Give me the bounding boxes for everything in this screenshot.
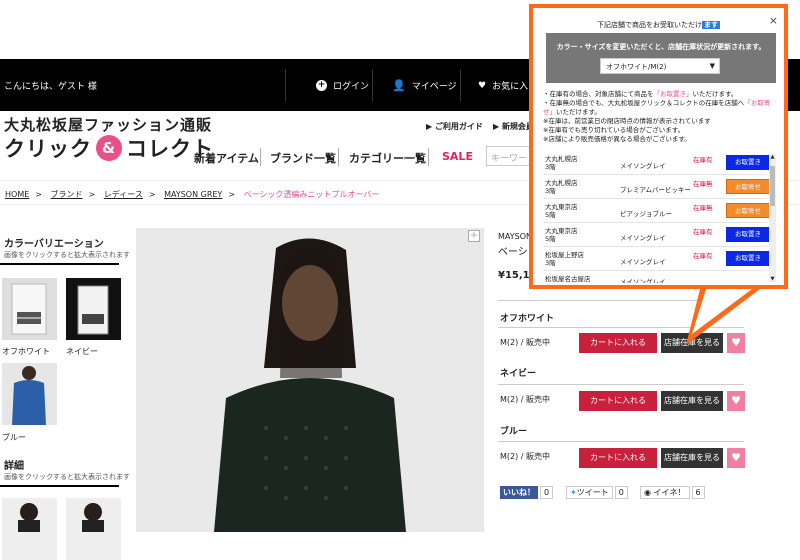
scroll-down-icon[interactable]: ▼ [769,276,776,282]
store-name: 大丸東京店 5階 [545,203,578,219]
stock-status: 在庫有 [693,228,713,236]
note-info: ※在庫は、前営業日の閉店時点の情報が表示されています [543,117,711,125]
store-row: 大丸東京店 5階 メイソングレイ 在庫有 お取置き [543,224,770,247]
store-brand: プレミアムバービッキー [620,186,692,194]
store-stock-popup: × 下記店舗で商品をお受取いただけ ます カラー・サイズを変更いただくと、店舗在庫… [529,4,788,289]
scrollbar-thumb[interactable] [770,166,775,206]
reserve-button[interactable]: お取置き [726,155,770,170]
popup-title: 下記店舗で商品をお受取いただけ ます [597,21,720,29]
store-brand: ピアッジョブルー [620,210,672,218]
store-brand: メイソングレイ [620,258,666,266]
reserve-button[interactable]: お取置き [726,227,770,242]
note-reserve: ・在庫有の場合、対象店舗にて商品を「お取置き」いただけます。 [543,90,738,98]
stock-status: 在庫有 [693,156,713,164]
store-brand: メイソングレイ [620,234,666,242]
store-row: 大丸東京店 5階 ピアッジョブルー 在庫無 お取寄せ [543,200,770,223]
store-name: 大丸東京店 5階 [545,227,578,243]
note-order: ・在庫無の場合でも、大丸松坂屋クリック＆コレクトの在庫を店舗へ「お取寄せ」いただ… [543,99,771,116]
scroll-up-icon[interactable]: ▲ [769,154,776,160]
store-brand: メイソングレイ [620,278,666,283]
popup-notice: カラー・サイズを変更いただくと、店舗在庫状況が更新されます。 [556,43,766,51]
store-row: 大丸札幌店 3階 メイソングレイ 在庫有 お取置き [543,152,770,175]
stock-status: 在庫無 [693,180,713,188]
store-name: 松坂屋名古屋店 [545,275,591,283]
order-button[interactable]: お取寄せ [726,203,770,218]
note-price: ※店舗により販売価格が異なる場合がございます。 [543,135,691,143]
order-button[interactable]: お取寄せ [726,179,770,194]
store-name: 松坂屋上野店 3階 [545,251,584,267]
reserve-button[interactable]: お取置き [726,251,770,266]
note-soldout: ※在庫有でも売り切れている場合がございます。 [543,126,685,134]
store-row: 大丸札幌店 3階 プレミアムバービッキー 在庫無 お取寄せ [543,176,770,199]
store-list-scrollbar[interactable]: ▲ ▼ [769,154,776,282]
store-name: 大丸札幌店 3階 [545,179,578,195]
store-row: 松坂屋名古屋店 メイソングレイ [543,272,767,283]
popup-option-panel: カラー・サイズを変更いただくと、店舗在庫状況が更新されます。 オフホワイト/M(… [546,33,776,83]
stock-status: 在庫無 [693,204,713,212]
store-brand: メイソングレイ [620,162,666,170]
store-list: 大丸札幌店 3階 メイソングレイ 在庫有 お取置き 大丸札幌店 3階 プレミアムバー… [543,152,777,283]
stock-status: 在庫有 [693,252,713,260]
dropdown-arrow-icon: ▼ [709,62,715,70]
store-row: 松坂屋上野店 3階 メイソングレイ 在庫有 お取置き [543,248,770,271]
color-size-select[interactable]: オフホワイト/M(2) ▼ [600,58,720,74]
store-name: 大丸札幌店 3階 [545,155,578,171]
